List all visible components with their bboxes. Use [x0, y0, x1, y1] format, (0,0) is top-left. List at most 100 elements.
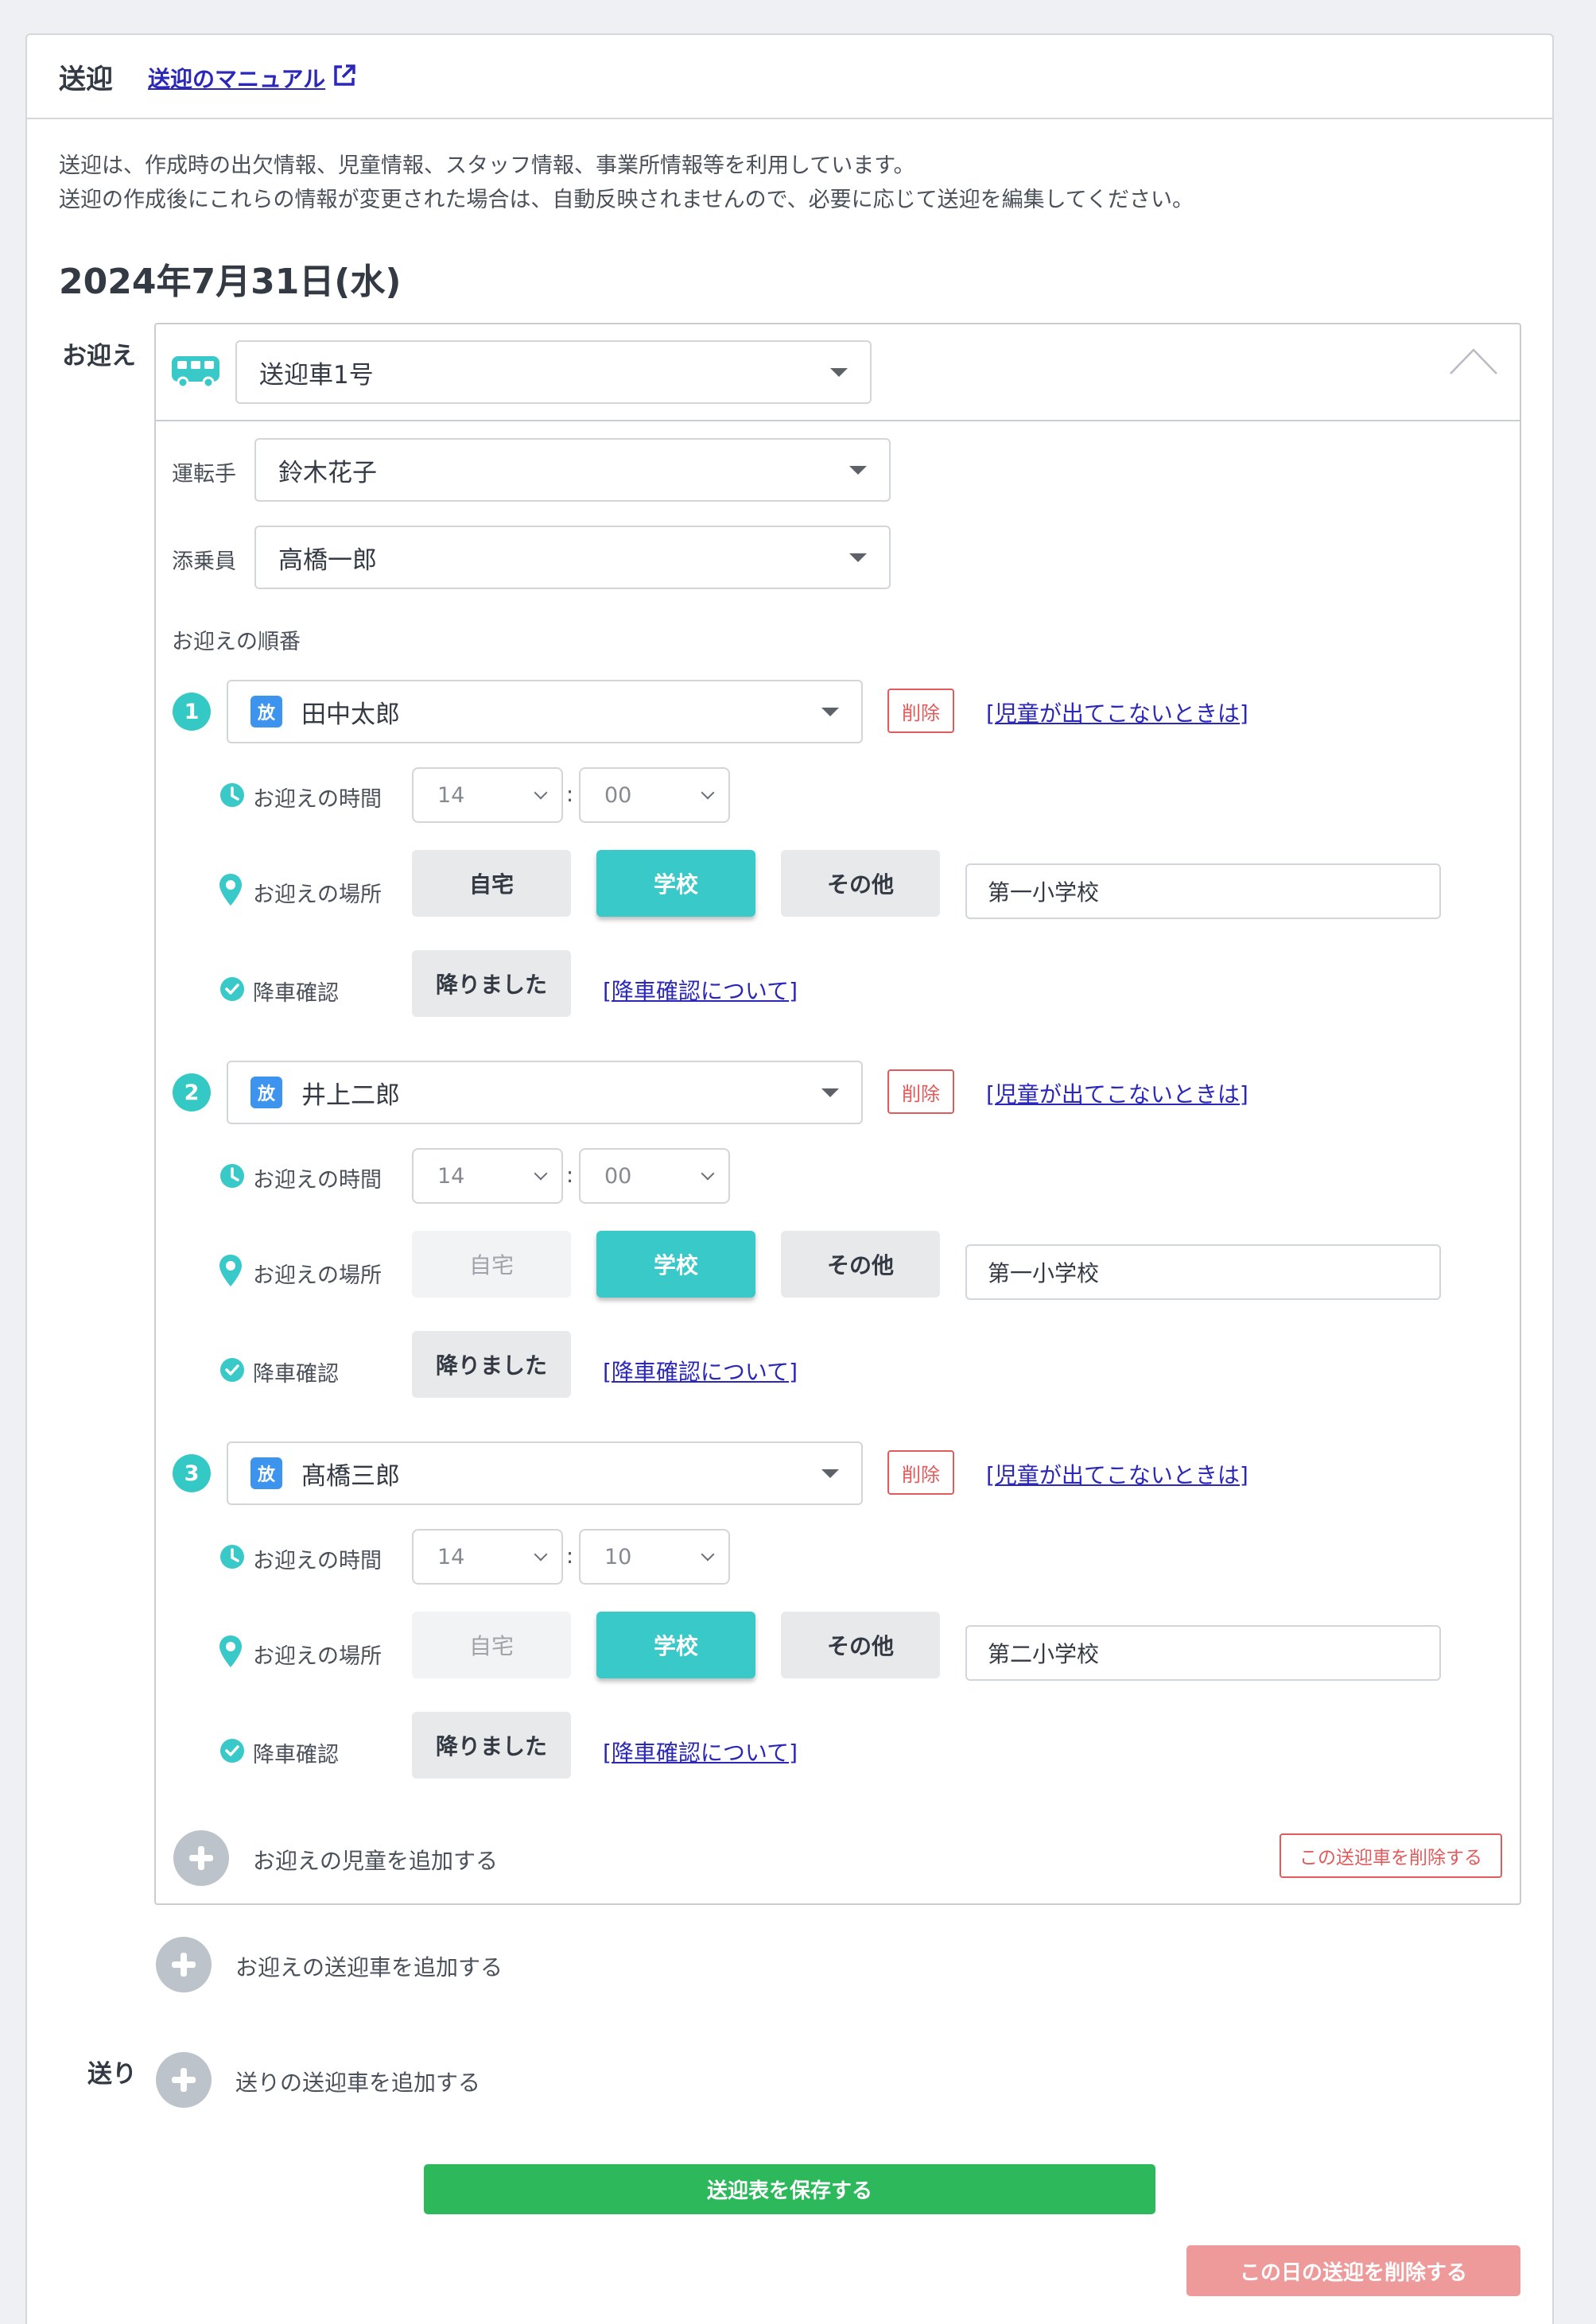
dropoff-confirm-label: 降車確認: [253, 1362, 339, 1387]
pickup-minute-select[interactable]: 10: [579, 1529, 730, 1585]
child-missing-help-link[interactable]: [児童が出てこないときは]: [986, 1458, 1248, 1490]
place-name-value: 第一小学校: [988, 1260, 1100, 1286]
attendant-select[interactable]: 高橋一郎: [254, 526, 891, 589]
place-other-button[interactable]: その他: [781, 850, 940, 917]
caret-down-icon: [821, 1088, 839, 1097]
time-separator: :: [566, 782, 574, 807]
dropoff-section-label: 送り: [87, 2060, 137, 2089]
attendant-select-value: 高橋一郎: [278, 545, 377, 575]
driver-select[interactable]: 鈴木花子: [254, 438, 891, 502]
minute-value: 00: [604, 782, 632, 808]
place-home-button[interactable]: 自宅: [412, 1612, 571, 1678]
clock-icon: [220, 1164, 244, 1188]
pickup-hour-select[interactable]: 14: [412, 1148, 563, 1204]
place-school-button[interactable]: 学校: [596, 850, 755, 917]
confirm-dropoff-button[interactable]: 降りました: [412, 1712, 571, 1779]
chevron-down-icon: [534, 786, 548, 800]
chevron-down-icon: [534, 1166, 548, 1181]
chevron-down-icon: [701, 1166, 715, 1181]
external-link-icon[interactable]: [332, 64, 356, 87]
child-select[interactable]: 放 田中太郎: [227, 680, 863, 743]
place-name-input[interactable]: 第一小学校: [965, 1244, 1441, 1300]
schedule-date: 2024年7月31日(水): [59, 262, 402, 302]
place-other-button[interactable]: その他: [781, 1612, 940, 1678]
pickup-hour-select[interactable]: 14: [412, 1529, 563, 1585]
dropoff-confirm-help-link[interactable]: [降車確認について]: [603, 1355, 798, 1387]
pickup-time-label: お迎えの時間: [253, 1549, 382, 1573]
caret-down-icon: [821, 1469, 839, 1478]
time-separator: :: [566, 1163, 574, 1188]
add-dropoff-vehicle-label[interactable]: 送りの送迎車を追加する: [235, 2066, 480, 2097]
add-pickup-vehicle-plus-icon[interactable]: [156, 1937, 212, 1992]
service-type-badge: 放: [250, 1457, 282, 1489]
chevron-down-icon: [534, 1547, 548, 1562]
place-home-button[interactable]: 自宅: [412, 1231, 571, 1298]
minute-value: 00: [604, 1163, 632, 1189]
place-name-value: 第一小学校: [988, 879, 1100, 906]
child-order-number: 1: [173, 693, 211, 731]
vehicle-select[interactable]: 送迎車1号: [235, 340, 872, 404]
card-header-divider: [27, 118, 1552, 119]
place-school-button[interactable]: 学校: [596, 1612, 755, 1678]
delete-day-button[interactable]: この日の送迎を削除する: [1186, 2245, 1520, 2296]
child-select[interactable]: 放 井上二郎: [227, 1061, 863, 1124]
pickup-time-label: お迎えの時間: [253, 787, 382, 812]
child-missing-help-link[interactable]: [児童が出てこないときは]: [986, 696, 1248, 728]
place-home-button[interactable]: 自宅: [412, 850, 571, 917]
save-schedule-button[interactable]: 送迎表を保存する: [424, 2164, 1155, 2214]
pickup-order-label: お迎えの順番: [172, 630, 301, 654]
description-line-1: 送迎は、作成時の出欠情報、児童情報、スタッフ情報、事業所情報等を利用しています。: [59, 153, 915, 178]
delete-child-button[interactable]: 削除: [887, 1450, 954, 1495]
place-name-input[interactable]: 第二小学校: [965, 1625, 1441, 1681]
child-missing-help-link[interactable]: [児童が出てこないときは]: [986, 1077, 1248, 1109]
manual-link[interactable]: 送迎のマニュアル: [148, 62, 325, 94]
pickup-place-label: お迎えの場所: [253, 883, 382, 907]
driver-label: 運転手: [172, 462, 236, 487]
place-name-input[interactable]: 第一小学校: [965, 863, 1441, 919]
pickup-minute-select[interactable]: 00: [579, 767, 730, 823]
bus-icon: [172, 356, 219, 389]
delete-child-button[interactable]: 削除: [887, 1069, 954, 1114]
service-type-badge: 放: [250, 1077, 282, 1108]
vehicle-panel-divider: [156, 420, 1520, 421]
check-circle-icon: [220, 1739, 244, 1763]
page-root: 送迎 送迎のマニュアル 送迎は、作成時の出欠情報、児童情報、スタッフ情報、事業所…: [0, 0, 1596, 2324]
child-order-number: 2: [173, 1073, 211, 1112]
chevron-down-icon: [701, 1547, 715, 1562]
pickup-time-label: お迎えの時間: [253, 1168, 382, 1193]
vehicle-select-value: 送迎車1号: [259, 360, 374, 390]
hour-value: 14: [437, 1163, 465, 1189]
place-school-button[interactable]: 学校: [596, 1231, 755, 1298]
caret-down-icon: [849, 466, 867, 475]
add-pickup-vehicle-label[interactable]: お迎えの送迎車を追加する: [235, 1950, 503, 1982]
check-circle-icon: [220, 977, 244, 1001]
attendant-label: 添乗員: [172, 549, 236, 574]
clock-icon: [220, 1545, 244, 1569]
delete-child-button[interactable]: 削除: [887, 689, 954, 733]
confirm-dropoff-button[interactable]: 降りました: [412, 950, 571, 1017]
add-child-label[interactable]: お迎えの児童を追加する: [253, 1844, 498, 1876]
service-type-badge: 放: [250, 696, 282, 727]
add-child-plus-icon[interactable]: [173, 1830, 229, 1886]
dropoff-confirm-help-link[interactable]: [降車確認について]: [603, 1736, 798, 1767]
pickup-hour-select[interactable]: 14: [412, 767, 563, 823]
pickup-place-label: お迎えの場所: [253, 1263, 382, 1288]
child-order-number: 3: [173, 1454, 211, 1492]
pickup-section-label: お迎え: [62, 342, 136, 371]
add-dropoff-vehicle-plus-icon[interactable]: [156, 2052, 212, 2108]
child-select[interactable]: 放 髙橋三郎: [227, 1441, 863, 1505]
caret-down-icon: [849, 553, 867, 562]
place-other-button[interactable]: その他: [781, 1231, 940, 1298]
child-name: 髙橋三郎: [301, 1461, 400, 1491]
delete-vehicle-button[interactable]: この送迎車を削除する: [1280, 1833, 1502, 1878]
dropoff-confirm-label: 降車確認: [253, 1743, 339, 1767]
map-pin-icon: [219, 874, 242, 906]
map-pin-icon: [219, 1635, 242, 1667]
map-pin-icon: [219, 1255, 242, 1286]
clock-icon: [220, 783, 244, 807]
pickup-minute-select[interactable]: 00: [579, 1148, 730, 1204]
caret-down-icon: [830, 368, 848, 377]
confirm-dropoff-button[interactable]: 降りました: [412, 1331, 571, 1398]
dropoff-confirm-help-link[interactable]: [降車確認について]: [603, 974, 798, 1006]
chevron-up-icon[interactable]: [1449, 347, 1498, 375]
